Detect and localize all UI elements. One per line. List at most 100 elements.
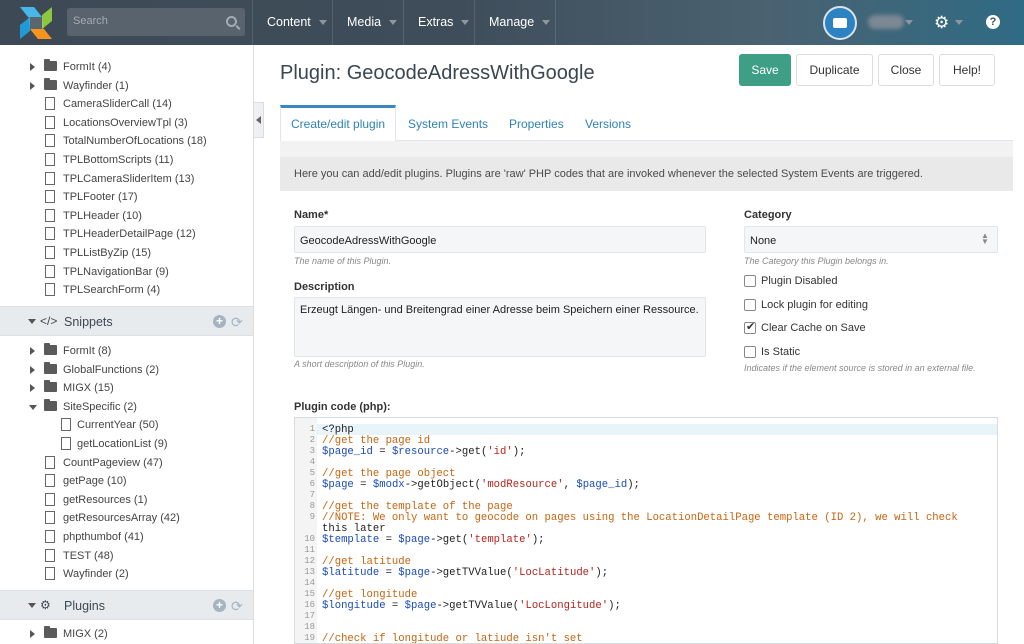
tree-item[interactable]: getResources (1)	[0, 491, 253, 509]
duplicate-button[interactable]: Duplicate	[796, 54, 873, 86]
name-field[interactable]: GeocodeAdressWithGoogle	[294, 226, 706, 253]
tree-item[interactable]: LocationsOverviewTpl (3)	[0, 114, 253, 132]
add-icon[interactable]: +	[213, 599, 226, 612]
tree-item[interactable]: TPLListByZip (15)	[0, 244, 253, 262]
tree-item[interactable]: Wayfinder (1)	[0, 77, 253, 95]
tree-item[interactable]: getPage (10)	[0, 472, 253, 490]
line-number: 14	[304, 578, 315, 588]
plugins-section-header[interactable]: ⚙ Plugins + ⟳	[0, 590, 253, 620]
tab-properties[interactable]: Properties	[499, 105, 574, 141]
tree-item[interactable]: TPLSearchForm (4)	[0, 281, 253, 299]
chevron-down-icon	[389, 20, 398, 26]
close-button[interactable]: Close	[878, 54, 934, 86]
nav-media[interactable]: Media	[332, 0, 403, 45]
gear-icon[interactable]: ⚙	[934, 13, 949, 33]
tree-item-label: SiteSpecific (2)	[63, 400, 137, 413]
line-number: 2	[309, 435, 315, 445]
tree-item[interactable]: SiteSpecific (2)	[0, 398, 253, 416]
tree-item[interactable]: FormIt (8)	[0, 342, 253, 360]
tree-item-label: getResourcesArray (42)	[63, 512, 180, 525]
tree-item-label: LocationsOverviewTpl (3)	[63, 116, 188, 129]
line-number: 8	[309, 501, 315, 511]
folder-icon	[44, 380, 57, 393]
tab-versions[interactable]: Versions	[575, 105, 641, 141]
file-icon	[45, 511, 55, 525]
chevron-down-icon[interactable]	[29, 404, 37, 410]
folder-icon	[44, 398, 57, 411]
chevron-right-icon[interactable]	[30, 384, 35, 393]
modx-logo[interactable]	[18, 5, 54, 41]
tree-item[interactable]: TPLHeaderDetailPage (12)	[0, 225, 253, 243]
tree-item-label: CameraSliderCall (14)	[63, 98, 172, 111]
code-editor[interactable]: 1 <?php 2//get the page id 3 $page_id = $res…	[294, 417, 998, 644]
tree-item[interactable]: CountPageview (47)	[0, 454, 253, 472]
tree-item[interactable]: getLocationList (9)	[0, 435, 253, 453]
tree-item-label: getResources (1)	[63, 493, 148, 506]
add-icon[interactable]: +	[213, 315, 226, 328]
clear-cache-checkbox[interactable]: ✔	[744, 321, 756, 334]
checkmark-icon: ✔	[746, 321, 756, 333]
file-icon	[45, 97, 55, 111]
search-input[interactable]: Search	[67, 8, 245, 36]
nav-extras[interactable]: Extras	[403, 0, 474, 45]
refresh-icon[interactable]: ⟳	[231, 314, 243, 331]
chevron-right-icon[interactable]	[30, 365, 35, 374]
chevron-down-icon	[461, 20, 470, 26]
chevron-right-icon[interactable]	[30, 81, 35, 90]
avatar-icon[interactable]	[823, 6, 857, 40]
tab-create-edit-plugin[interactable]: Create/edit plugin	[280, 105, 397, 142]
tree-item[interactable]: CameraSliderCall (14)	[0, 95, 253, 113]
search-icon[interactable]	[226, 16, 237, 27]
tree-item[interactable]: TPLNavigationBar (9)	[0, 263, 253, 281]
tree-item[interactable]: Wayfinder (2)	[0, 565, 253, 583]
help-icon[interactable]: ?	[986, 15, 1000, 29]
category-label: Category	[744, 209, 792, 221]
nav-extras-label: Extras	[418, 15, 454, 29]
tree-item[interactable]: TEST (48)	[0, 547, 253, 565]
tree-item[interactable]: phpthumbof (41)	[0, 528, 253, 546]
tree-item[interactable]: GlobalFunctions (2)	[0, 361, 253, 379]
category-select[interactable]: None	[744, 226, 998, 253]
tree-item[interactable]: TPLFooter (17)	[0, 188, 253, 206]
tab-system-events[interactable]: System Events	[398, 105, 498, 141]
tree-item[interactable]: TPLCameraSliderItem (13)	[0, 170, 253, 188]
nav-manage-label: Manage	[489, 15, 535, 29]
chevron-right-icon[interactable]	[30, 347, 35, 355]
is-static-checkbox[interactable]	[744, 346, 756, 358]
file-icon	[45, 548, 55, 562]
description-field[interactable]: Erzeugt Längen- und Breitengrad einer Ad…	[294, 297, 706, 357]
chevron-down-icon[interactable]	[28, 603, 36, 608]
nav-content[interactable]: Content	[252, 0, 332, 45]
line-number: 19	[304, 633, 315, 643]
file-icon	[45, 567, 55, 581]
tree-item[interactable]: MIGX (2)	[0, 625, 253, 643]
tree-item[interactable]: TPLBottomScripts (11)	[0, 151, 253, 169]
tree-item-label: MIGX (2)	[63, 628, 108, 640]
refresh-icon[interactable]: ⟳	[231, 598, 243, 615]
snippets-section-header[interactable]: </> Snippets + ⟳	[0, 306, 253, 336]
save-button[interactable]: Save	[739, 54, 791, 86]
nav-manage[interactable]: Manage	[474, 0, 556, 45]
plugin-disabled-checkbox[interactable]	[744, 275, 756, 287]
lock-plugin-checkbox[interactable]	[744, 299, 756, 311]
code-line: $page = $modx->getObject('modResource', …	[322, 479, 640, 491]
sidebar-collapse-handle[interactable]	[254, 102, 264, 138]
chevron-right-icon[interactable]	[30, 630, 35, 638]
file-icon	[45, 171, 55, 185]
tree-item[interactable]: CurrentYear (50)	[0, 416, 253, 434]
tree-item[interactable]: FormIt (4)	[0, 58, 253, 76]
chevron-down-icon[interactable]	[955, 20, 963, 25]
help-button[interactable]: Help!	[939, 54, 995, 86]
tree-item[interactable]: MIGX (15)	[0, 379, 253, 397]
folder-icon	[44, 343, 57, 355]
chevron-down-icon[interactable]	[28, 319, 36, 324]
username-blurred[interactable]	[868, 15, 904, 29]
chevron-right-icon[interactable]	[30, 63, 35, 71]
tree-item[interactable]: getResourcesArray (42)	[0, 509, 253, 527]
tree-item[interactable]: TPLHeader (10)	[0, 207, 253, 225]
tree-item[interactable]: TotalNumberOfLocations (18)	[0, 132, 253, 150]
code-icon: </>	[40, 314, 58, 328]
chevron-down-icon[interactable]	[905, 20, 913, 25]
tree-item-label: TPLHeaderDetailPage (12)	[63, 228, 196, 241]
file-icon	[45, 115, 55, 129]
